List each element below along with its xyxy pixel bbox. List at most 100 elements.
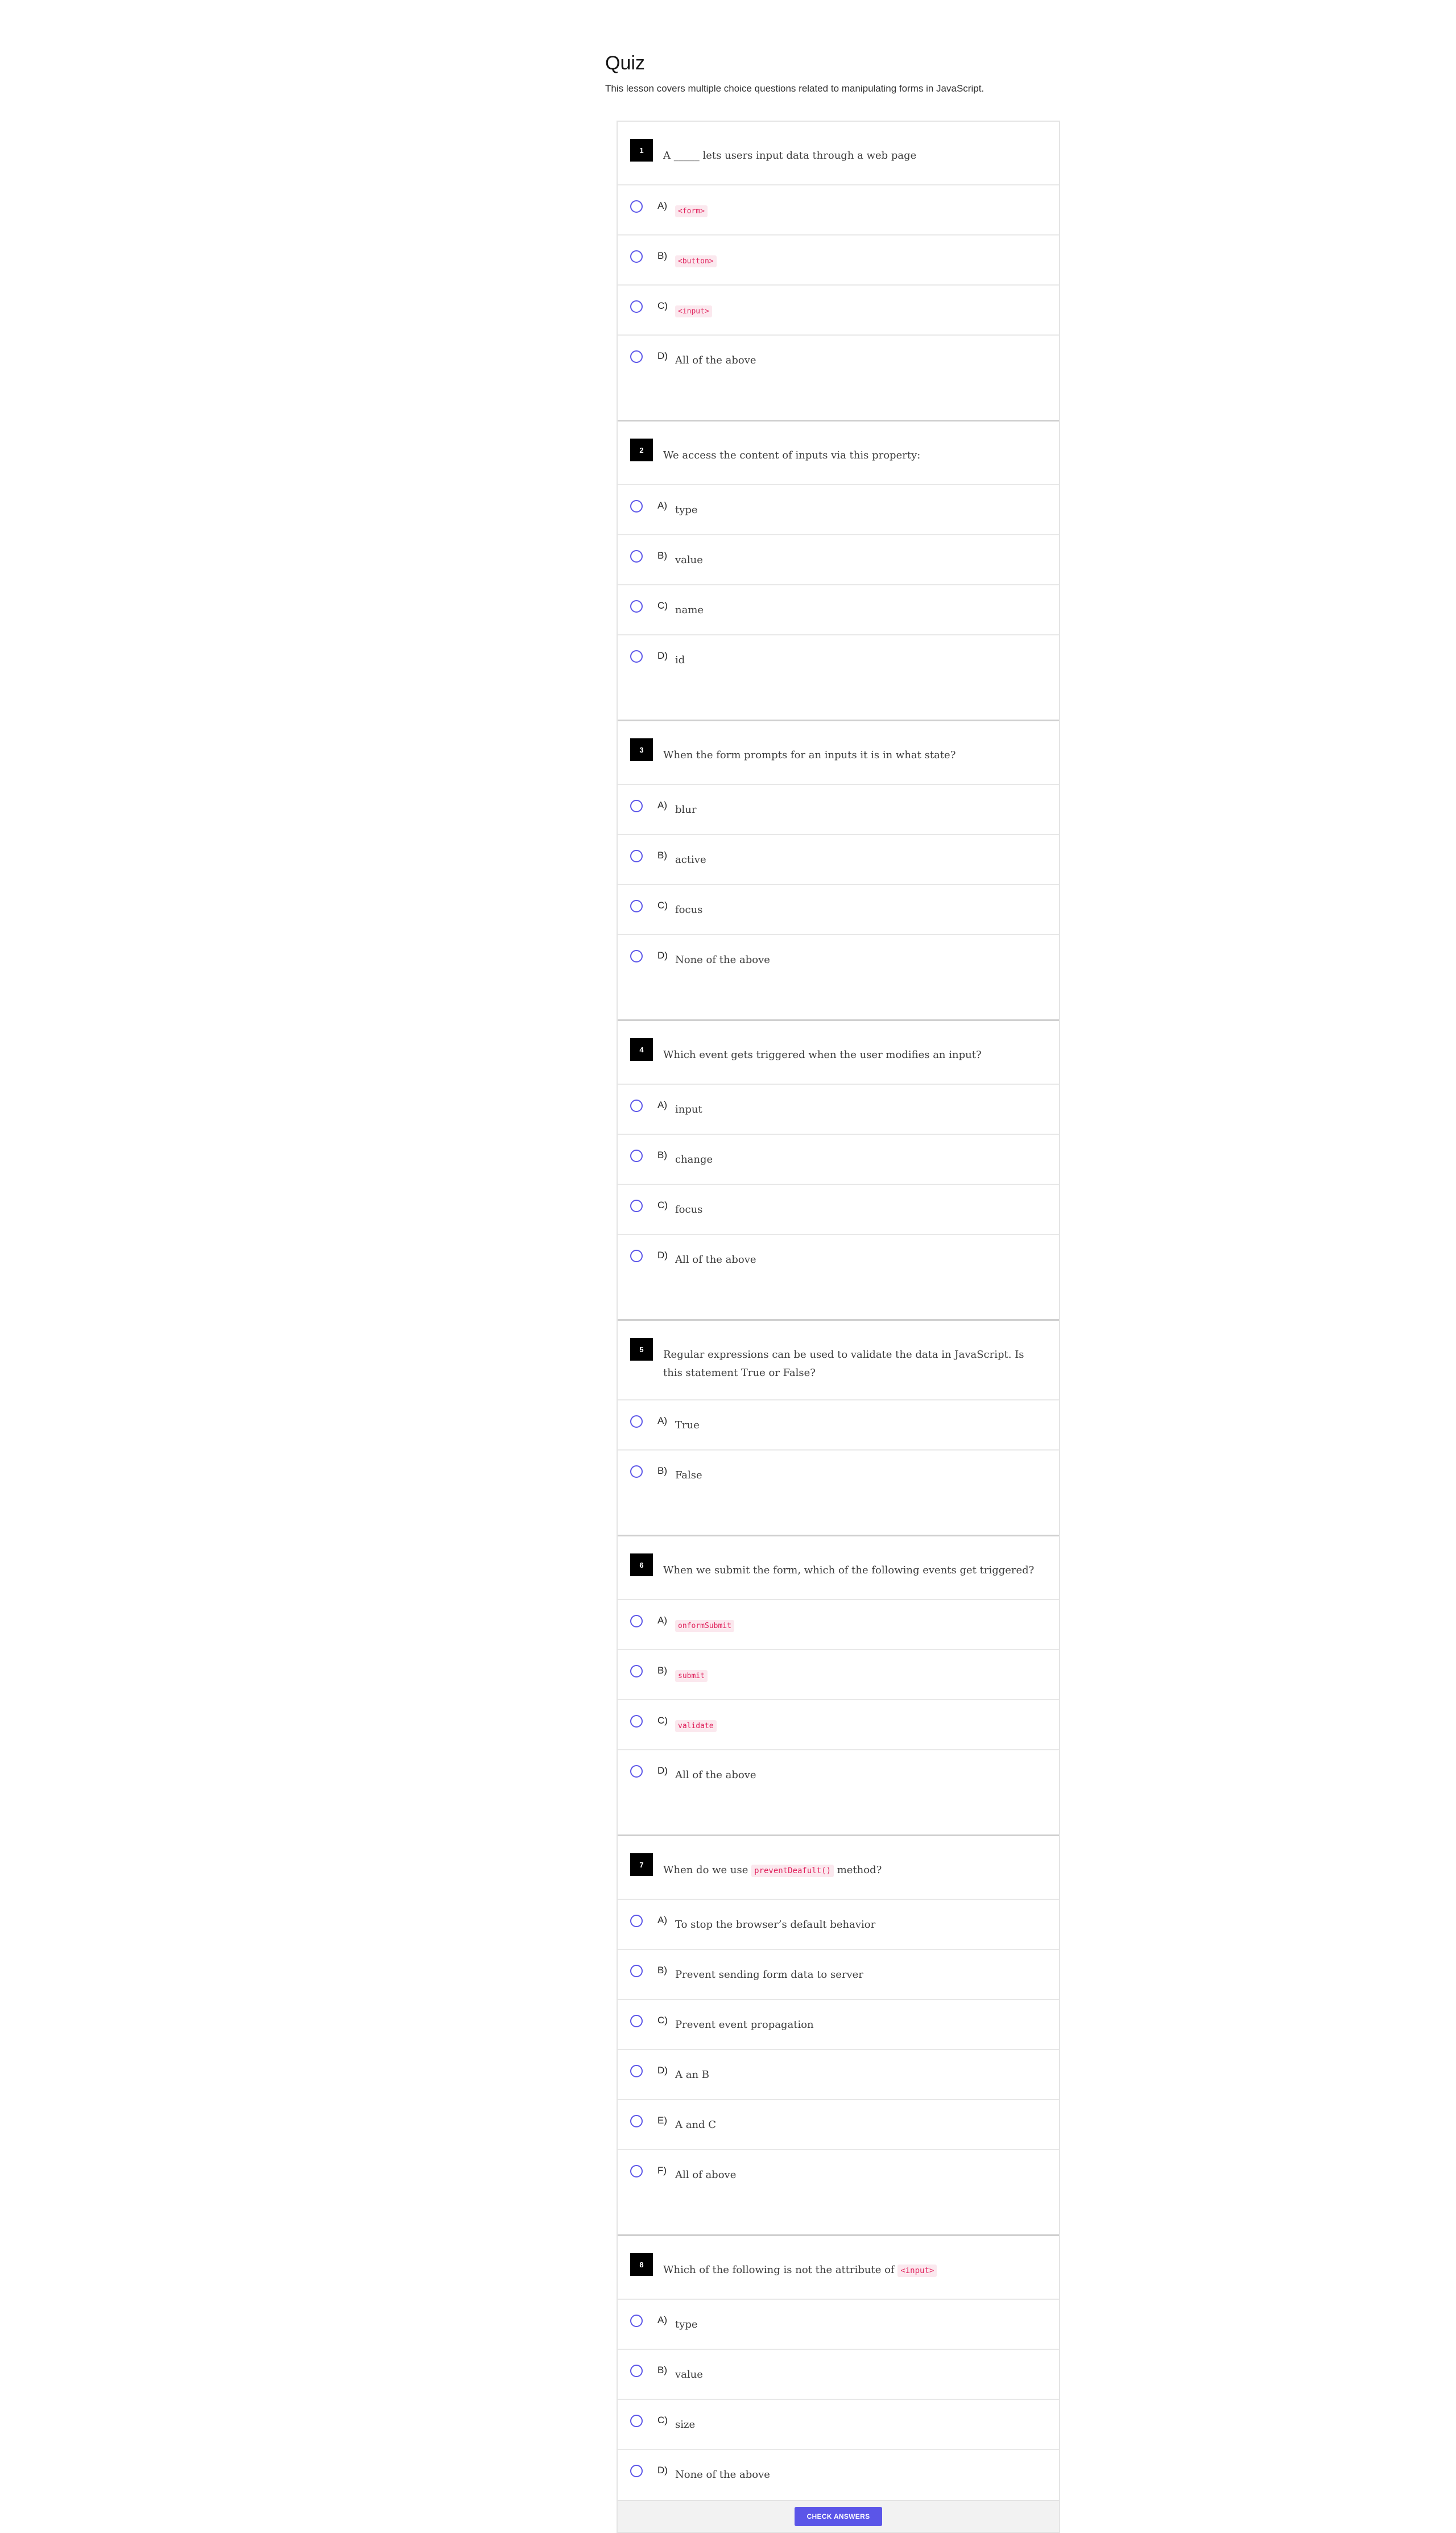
question-header: 6 When we submit the form, which of the f…	[618, 1536, 1059, 1600]
answer-option[interactable]: A) blur	[618, 785, 1059, 835]
radio-button[interactable]	[630, 1100, 643, 1112]
option-letter: D)	[657, 1250, 668, 1261]
answer-option[interactable]: F) All of above	[618, 2150, 1059, 2200]
answer-option[interactable]: B) active	[618, 835, 1059, 885]
radio-button[interactable]	[630, 2165, 643, 2177]
option-text: name	[675, 604, 704, 616]
radio-button[interactable]	[630, 1415, 643, 1428]
radio-button[interactable]	[630, 2365, 643, 2377]
radio-button[interactable]	[630, 550, 643, 563]
radio-button[interactable]	[630, 800, 643, 812]
radio-button[interactable]	[630, 1765, 643, 1778]
radio-button[interactable]	[630, 200, 643, 213]
answer-option[interactable]: B) Prevent sending form data to server	[618, 1950, 1059, 2000]
option-letter: D)	[657, 650, 668, 661]
radio-button[interactable]	[630, 1250, 643, 1262]
radio-button[interactable]	[630, 250, 643, 263]
answer-option[interactable]: D) None of the above	[618, 2450, 1059, 2500]
answer-option[interactable]: C) <input>	[618, 286, 1059, 336]
radio-button[interactable]	[630, 2465, 643, 2477]
quiz-page: Quiz This lesson covers multiple choice …	[0, 0, 1456, 2533]
radio-button[interactable]	[630, 1465, 643, 1478]
option-text: focus	[675, 1204, 703, 1216]
radio-button[interactable]	[630, 900, 643, 912]
answer-option[interactable]: C) name	[618, 585, 1059, 635]
option-text: To stop the browser’s default behavior	[675, 1919, 876, 1931]
answer-option[interactable]: D) All of the above	[618, 1235, 1059, 1285]
option-letter: F)	[657, 2165, 667, 2176]
option-letter: C)	[657, 900, 668, 911]
option-text: False	[675, 1469, 702, 1481]
answer-option[interactable]: D) All of the above	[618, 1750, 1059, 1800]
question-header: 7 When do we use preventDeafult() method?	[618, 1836, 1059, 1900]
option-letter: A)	[657, 2315, 667, 2325]
answer-option[interactable]: D) A an B	[618, 2050, 1059, 2100]
answer-option[interactable]: A) input	[618, 1085, 1059, 1135]
check-answers-button[interactable]: CHECK ANSWERS	[795, 2507, 882, 2526]
radio-button[interactable]	[630, 2415, 643, 2427]
question-text-segment: When we submit the form, which of the fo…	[663, 1564, 1035, 1576]
option-letter: A)	[657, 200, 667, 211]
answer-option[interactable]: A) type	[618, 2300, 1059, 2350]
answer-option[interactable]: C) Prevent event propagation	[618, 2000, 1059, 2050]
answer-option[interactable]: D) None of the above	[618, 935, 1059, 985]
radio-button[interactable]	[630, 300, 643, 313]
answer-option[interactable]: C) focus	[618, 885, 1059, 935]
answer-option[interactable]: B) change	[618, 1135, 1059, 1185]
radio-button[interactable]	[630, 850, 643, 862]
radio-button[interactable]	[630, 500, 643, 513]
option-text: True	[675, 1419, 700, 1431]
answer-option[interactable]: C) size	[618, 2400, 1059, 2450]
answer-option[interactable]: D) All of the above	[618, 336, 1059, 386]
option-list: A) blur B) active C) focus D) None of the above	[618, 785, 1059, 985]
radio-button[interactable]	[630, 1150, 643, 1162]
answer-option[interactable]: A) To stop the browser’s default behavior	[618, 1900, 1059, 1950]
radio-button[interactable]	[630, 1965, 643, 1977]
answer-option[interactable]: A) <form>	[618, 185, 1059, 235]
question-text: Which of the following is not the attrib…	[663, 2261, 1036, 2280]
question-header: 2 We access the content of inputs via thi…	[618, 422, 1059, 485]
radio-button[interactable]	[630, 1665, 643, 1677]
answer-option[interactable]: A) type	[618, 485, 1059, 535]
question-header: 8 Which of the following is not the attri…	[618, 2236, 1059, 2300]
radio-button[interactable]	[630, 650, 643, 663]
answer-option[interactable]: A) onformSubmit	[618, 1600, 1059, 1650]
option-text: type	[675, 504, 698, 516]
radio-button[interactable]	[630, 1715, 643, 1728]
option-text: None of the above	[675, 954, 770, 966]
question-number-badge: 2	[630, 439, 653, 461]
option-text: id	[675, 654, 685, 666]
radio-button[interactable]	[630, 950, 643, 962]
radio-button[interactable]	[630, 1615, 643, 1627]
answer-option[interactable]: B) submit	[618, 1650, 1059, 1700]
option-text: submit	[675, 1669, 708, 1682]
answer-option[interactable]: C) validate	[618, 1700, 1059, 1750]
answer-option[interactable]: E) A and C	[618, 2100, 1059, 2150]
radio-button[interactable]	[630, 350, 643, 363]
radio-button[interactable]	[630, 2315, 643, 2327]
radio-button[interactable]	[630, 2065, 643, 2077]
answer-option[interactable]: C) focus	[618, 1185, 1059, 1235]
option-text: Prevent event propagation	[675, 2019, 814, 2031]
answer-option[interactable]: A) True	[618, 1400, 1059, 1451]
answer-option[interactable]: B) value	[618, 2350, 1059, 2400]
answer-option[interactable]: B) <button>	[618, 235, 1059, 286]
radio-button[interactable]	[630, 600, 643, 613]
option-text: All of the above	[675, 354, 756, 366]
option-list: A) To stop the browser’s default behavior…	[618, 1900, 1059, 2200]
answer-option[interactable]: B) False	[618, 1451, 1059, 1501]
question-text-segment: Which event gets triggered when the user…	[663, 1049, 982, 1061]
radio-button[interactable]	[630, 2115, 643, 2127]
option-text: All of the above	[675, 1254, 756, 1266]
question-1: 1 A _____ lets users input data through a…	[618, 122, 1059, 422]
radio-button[interactable]	[630, 1200, 643, 1212]
radio-button[interactable]	[630, 1915, 643, 1927]
option-list: A) True B) False	[618, 1400, 1059, 1501]
answer-option[interactable]: B) value	[618, 535, 1059, 585]
option-list: A) <form> B) <button> C) <input> D) All of the …	[618, 185, 1059, 386]
answer-option[interactable]: D) id	[618, 635, 1059, 685]
radio-button[interactable]	[630, 2015, 643, 2027]
option-list: A) input B) change C) focus D) All of the above	[618, 1085, 1059, 1285]
question-text: A _____ lets users input data through a …	[663, 147, 1036, 165]
question-text: When we submit the form, which of the fo…	[663, 1561, 1036, 1580]
